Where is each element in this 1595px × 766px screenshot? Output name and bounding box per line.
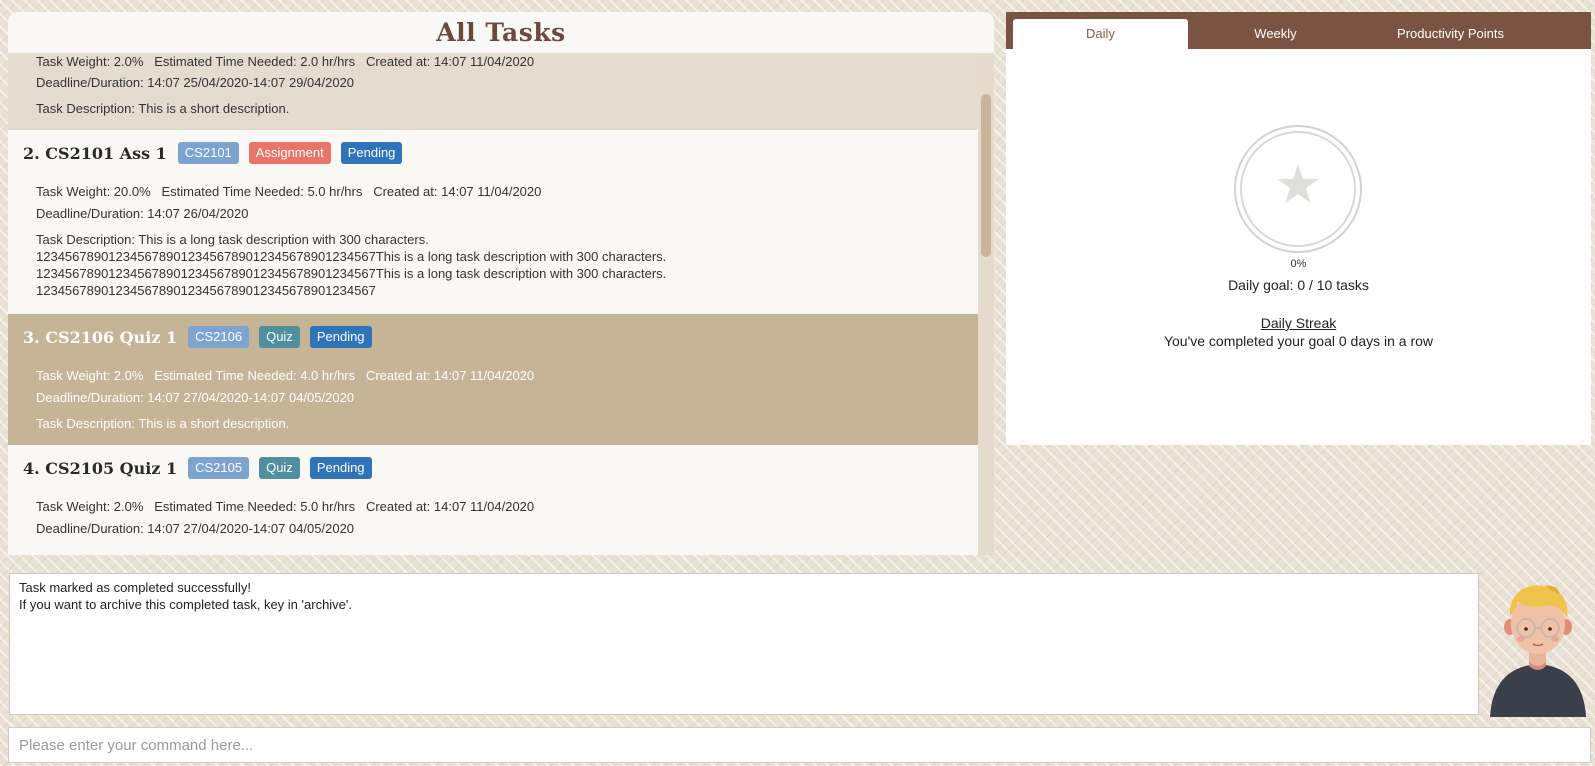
task-weight-line: Task Weight: 2.0% Estimated Time Needed:… (36, 54, 535, 69)
scrollbar-thumb[interactable] (981, 94, 991, 257)
avatar (1490, 585, 1586, 717)
progress-percent: 0% (1290, 258, 1307, 270)
task-card[interactable]: 2. CS2101 Ass 1 CS2101 Assignment Pendin… (8, 130, 980, 314)
task-description: Task Description: This is a short descri… (36, 101, 290, 116)
task-card[interactable]: 4. CS2105 Quiz 1 CS2105 Quiz Pending Tas… (8, 445, 980, 555)
command-box[interactable] (8, 727, 1591, 763)
task-list-title: All Tasks (8, 12, 994, 54)
task-list[interactable]: Task Weight: 2.0% Estimated Time Needed:… (8, 53, 994, 555)
status-tag: Pending (309, 457, 372, 479)
task-weight-line: Task Weight: 2.0% Estimated Time Needed:… (36, 499, 535, 514)
tab-weekly[interactable]: Weekly (1188, 19, 1363, 49)
status-tag: Pending (309, 326, 372, 348)
task-card[interactable]: Task Weight: 2.0% Estimated Time Needed:… (8, 53, 980, 130)
task-deadline: Deadline/Duration: 14:07 27/04/2020-14:0… (36, 521, 355, 536)
command-input[interactable] (9, 728, 1590, 762)
tab-productivity-points[interactable]: Productivity Points (1363, 19, 1538, 49)
task-description: Task Description: This is a short descri… (36, 416, 290, 431)
task-deadline: Deadline/Duration: 14:07 27/04/2020-14:0… (36, 390, 355, 405)
daily-goal: Daily goal: 0 / 10 tasks (1228, 277, 1369, 293)
tab-bar: Daily Weekly Productivity Points (1006, 12, 1591, 49)
task-deadline: Deadline/Duration: 14:07 26/04/2020 (36, 206, 249, 221)
task-description: Task Description: This is a long task de… (36, 232, 667, 298)
type-tag: Quiz (259, 457, 300, 479)
task-card-selected[interactable]: 3. CS2106 Quiz 1 CS2106 Quiz Pending Tas… (8, 314, 980, 445)
result-line: If you want to archive this completed ta… (19, 597, 353, 612)
type-tag: Assignment (248, 142, 331, 164)
module-tag: CS2105 (188, 457, 250, 479)
star-icon: ★ (1273, 155, 1323, 215)
task-deadline: Deadline/Duration: 14:07 25/04/2020-14:0… (36, 75, 355, 90)
result-display: Task marked as completed successfully! I… (9, 573, 1479, 715)
task-name: 2. CS2101 Ass 1 (23, 143, 167, 163)
module-tag: CS2106 (188, 326, 250, 348)
module-tag: CS2101 (177, 142, 239, 164)
daily-streak-title: Daily Streak (1260, 315, 1337, 331)
tab-daily[interactable]: Daily (1013, 19, 1188, 49)
daily-streak-text: You've completed your goal 0 days in a r… (1163, 333, 1434, 349)
type-tag: Quiz (259, 326, 300, 348)
status-tag: Pending (340, 142, 403, 164)
statistics-panel: Daily Weekly Productivity Points ★ 0% Da… (1006, 12, 1591, 445)
task-name: 4. CS2105 Quiz 1 (23, 458, 178, 478)
task-name: 3. CS2106 Quiz 1 (23, 327, 178, 347)
task-weight-line: Task Weight: 2.0% Estimated Time Needed:… (36, 368, 535, 383)
result-line: Task marked as completed successfully! (19, 580, 251, 595)
progress-ring: ★ (1234, 125, 1362, 253)
task-weight-line: Task Weight: 20.0% Estimated Time Needed… (36, 184, 542, 199)
task-list-panel: All Tasks Task Weight: 2.0% Estimated Ti… (8, 12, 994, 555)
